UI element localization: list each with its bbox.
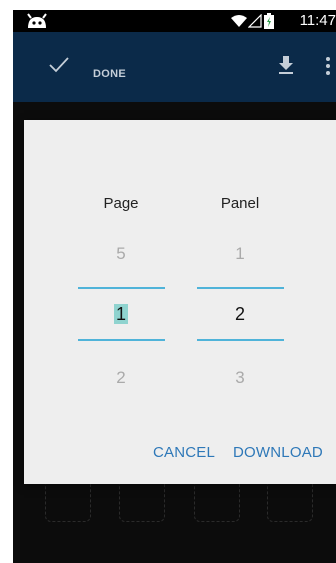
status-time: 11:47 (299, 12, 336, 29)
battery-icon (264, 13, 274, 34)
status-bar: 11:47 (13, 10, 336, 32)
panel-picker-line-bottom (197, 339, 284, 341)
page-value-above[interactable]: 5 (76, 244, 166, 264)
panel-column-title: Panel (220, 195, 260, 212)
overflow-menu-icon[interactable] (325, 56, 331, 81)
done-button[interactable]: DONE (93, 68, 126, 80)
page-value-below[interactable]: 2 (76, 368, 166, 388)
page-value-selected[interactable]: 1 (76, 304, 166, 325)
download-icon[interactable] (277, 55, 295, 80)
download-button[interactable]: DOWNLOAD (233, 444, 323, 461)
page-picker-line-top (78, 287, 165, 289)
page-selected-text[interactable]: 1 (113, 304, 128, 324)
cancel-button[interactable]: CANCEL (153, 444, 215, 461)
panel-picker-line-top (197, 287, 284, 289)
page-column-title: Page (103, 195, 139, 212)
page-picker-line-bottom (78, 339, 165, 341)
panel-value-selected[interactable]: 2 (195, 304, 285, 325)
panel-value-above[interactable]: 1 (195, 244, 285, 264)
signal-icon (247, 13, 262, 33)
download-dialog: Page 5 1 2 Panel 1 2 3 CANCEL DOWNLOAD (24, 120, 336, 484)
screen: 11:47 DONE Page 5 1 2 Panel 1 2 3 CANCEL… (13, 10, 336, 563)
check-icon[interactable] (49, 57, 69, 78)
wifi-icon (230, 14, 248, 33)
android-icon (25, 13, 49, 34)
action-bar: DONE (13, 32, 336, 102)
panel-value-below[interactable]: 3 (195, 368, 285, 388)
